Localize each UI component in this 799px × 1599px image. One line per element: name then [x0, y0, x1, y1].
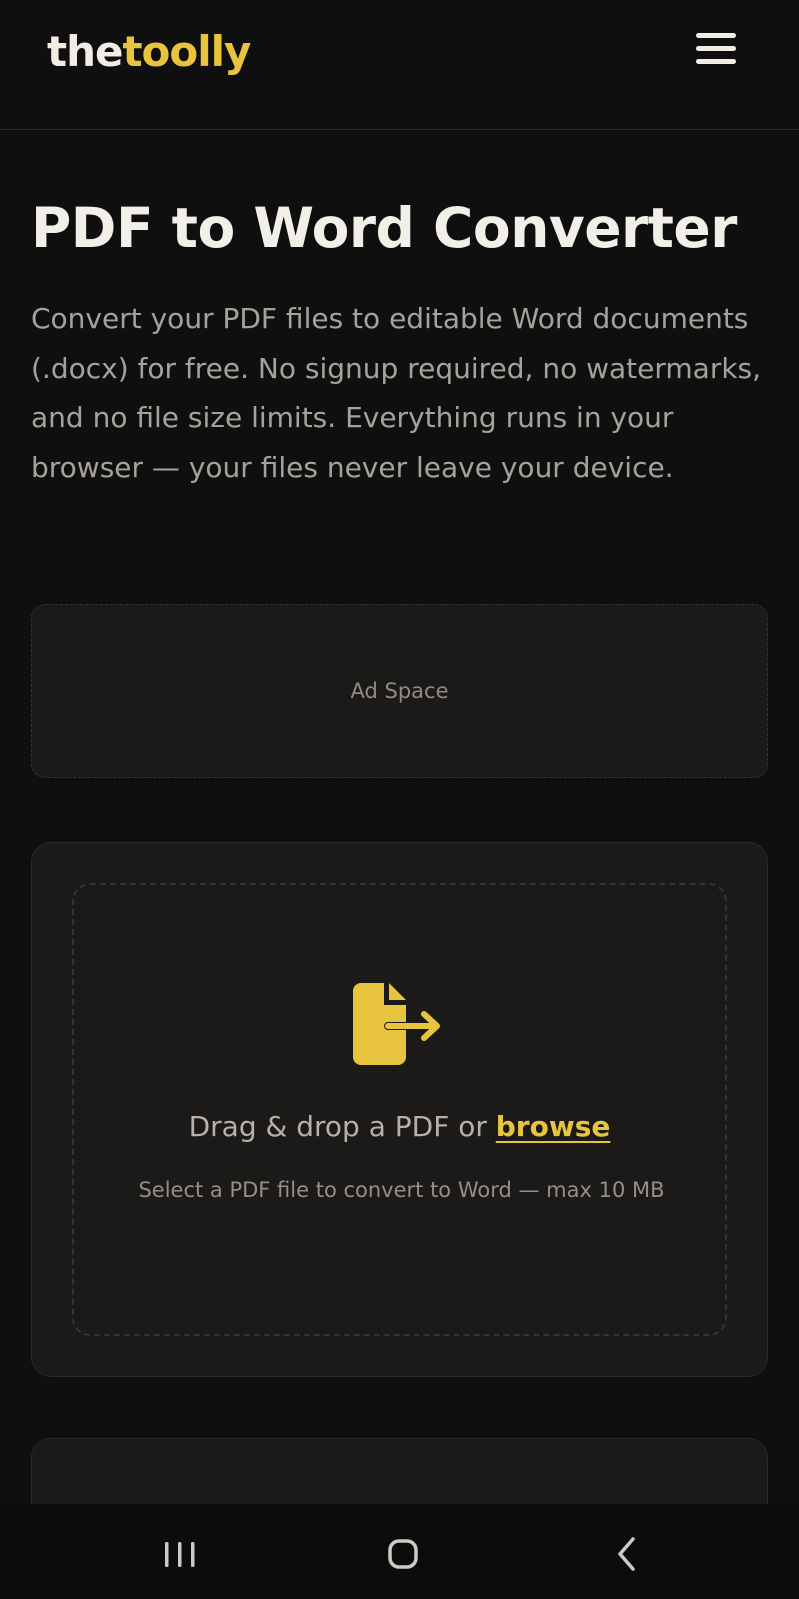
- file-export-icon: [353, 983, 440, 1065]
- system-navigation-bar: [0, 1504, 799, 1599]
- logo-text-the: the: [47, 27, 123, 76]
- pdf-dropzone[interactable]: Drag & drop a PDF or browse Select a PDF…: [72, 883, 727, 1336]
- browse-link[interactable]: browse: [496, 1110, 611, 1143]
- ad-space-label: Ad Space: [350, 679, 449, 703]
- drop-prompt: Drag & drop a PDF or browse: [74, 1107, 725, 1147]
- upload-card: Drag & drop a PDF or browse Select a PDF…: [31, 842, 768, 1377]
- upload-hint: Select a PDF file to convert to Word — m…: [138, 1178, 665, 1202]
- back-icon[interactable]: [598, 1524, 658, 1584]
- drop-prompt-text: Drag & drop a PDF or: [188, 1110, 487, 1143]
- site-header: thetoolly: [0, 0, 799, 130]
- site-logo[interactable]: thetoolly: [47, 22, 251, 82]
- recent-apps-icon[interactable]: [150, 1524, 210, 1584]
- page-intro: Convert your PDF files to editable Word …: [31, 302, 762, 484]
- hamburger-menu-icon[interactable]: [692, 28, 736, 68]
- ad-space: Ad Space: [31, 604, 768, 778]
- logo-text-toolly: toolly: [122, 27, 251, 76]
- page-title: PDF to Word Converter: [31, 196, 737, 260]
- home-icon[interactable]: [373, 1524, 433, 1584]
